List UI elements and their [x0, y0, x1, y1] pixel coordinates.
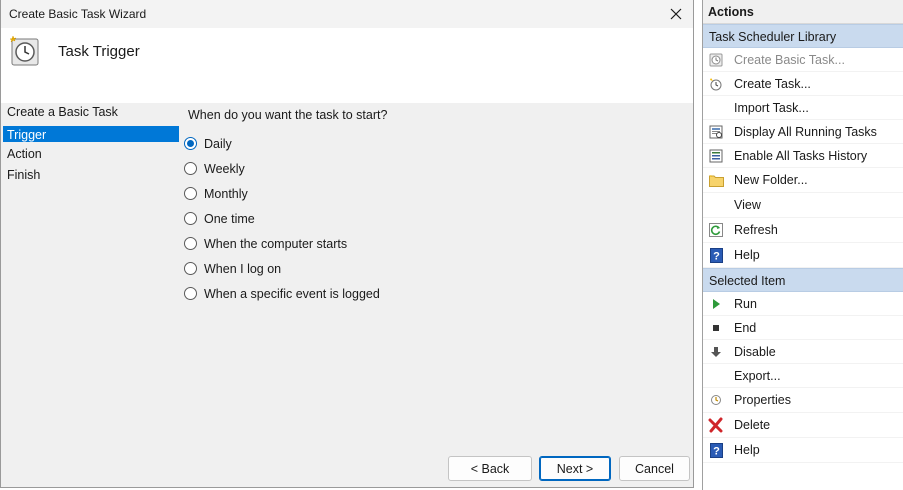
radio-one-time[interactable] — [184, 212, 197, 225]
option-label: When the computer starts — [204, 236, 348, 251]
run-icon — [708, 296, 724, 312]
action-create-task[interactable]: Create Task... — [703, 72, 903, 96]
disable-icon — [708, 344, 724, 360]
action-label: New Folder... — [734, 173, 808, 187]
option-one-time[interactable]: One time — [184, 206, 380, 231]
properties-icon — [708, 392, 724, 408]
action-end[interactable]: End — [703, 316, 903, 340]
section-task-scheduler-library[interactable]: Task Scheduler Library — [703, 24, 903, 48]
end-icon — [708, 320, 724, 336]
action-label: Delete — [734, 418, 771, 432]
action-new-folder[interactable]: New Folder... — [703, 168, 903, 193]
action-enable-tasks-history[interactable]: Enable All Tasks History — [703, 144, 903, 168]
help-icon: ? — [708, 442, 724, 458]
step-finish[interactable]: Finish — [1, 166, 181, 187]
step-create-basic-task[interactable]: Create a Basic Task — [1, 103, 181, 124]
step-action[interactable]: Action — [1, 145, 181, 166]
radio-log-on[interactable] — [184, 262, 197, 275]
running-tasks-icon — [708, 124, 724, 140]
action-export[interactable]: Export... — [703, 364, 903, 388]
option-label: Weekly — [204, 161, 245, 176]
create-basic-task-icon — [708, 52, 724, 68]
action-label: Disable — [734, 344, 776, 359]
action-label: Help — [734, 248, 760, 262]
option-computer-starts[interactable]: When the computer starts — [184, 231, 380, 256]
actions-pane: Actions Task Scheduler Library Create Ba… — [702, 0, 903, 490]
window-title: Create Basic Task Wizard — [9, 7, 147, 21]
option-label: When a specific event is logged — [204, 286, 380, 301]
close-icon — [670, 8, 682, 20]
back-button[interactable]: < Back — [448, 456, 532, 481]
folder-icon — [708, 172, 724, 188]
radio-daily[interactable] — [184, 137, 197, 150]
cancel-button[interactable]: Cancel — [619, 456, 690, 481]
trigger-options: Daily Weekly Monthly One time When the c… — [184, 131, 380, 306]
action-label: Create Task... — [734, 76, 811, 91]
window-gap — [694, 0, 702, 490]
action-label: Create Basic Task... — [734, 52, 845, 67]
option-event-logged[interactable]: When a specific event is logged — [184, 281, 380, 306]
blank-icon — [708, 100, 724, 116]
option-monthly[interactable]: Monthly — [184, 181, 380, 206]
blank-icon — [708, 368, 724, 384]
radio-weekly[interactable] — [184, 162, 197, 175]
title-bar: Create Basic Task Wizard — [1, 0, 693, 28]
close-button[interactable] — [665, 3, 687, 25]
trigger-question: When do you want the task to start? — [188, 108, 388, 122]
delete-icon — [708, 417, 724, 433]
wizard-header: Task Trigger — [1, 28, 693, 103]
actions-pane-title: Actions — [703, 0, 903, 24]
action-run[interactable]: Run — [703, 292, 903, 316]
option-daily[interactable]: Daily — [184, 131, 380, 156]
action-label: Refresh — [734, 223, 778, 237]
option-label: One time — [204, 211, 255, 226]
action-label: Display All Running Tasks — [734, 124, 877, 139]
radio-monthly[interactable] — [184, 187, 197, 200]
wizard-steps: Create a Basic Task Trigger Action Finis… — [1, 103, 181, 187]
action-label: Import Task... — [734, 100, 809, 115]
action-label: End — [734, 320, 757, 335]
refresh-icon — [708, 222, 724, 238]
action-refresh[interactable]: Refresh — [703, 218, 903, 243]
create-basic-task-wizard-dialog: Create Basic Task Wizard Task Trigger Cr… — [0, 0, 694, 488]
action-label: Run — [734, 296, 757, 311]
option-log-on[interactable]: When I log on — [184, 256, 380, 281]
action-help-selected[interactable]: ? Help — [703, 438, 903, 463]
option-label: When I log on — [204, 261, 282, 276]
svg-text:?: ? — [713, 445, 720, 457]
action-disable[interactable]: Disable — [703, 340, 903, 364]
blank-icon — [708, 197, 724, 213]
option-label: Daily — [204, 136, 232, 151]
action-display-running-tasks[interactable]: Display All Running Tasks — [703, 120, 903, 144]
create-task-icon — [708, 76, 724, 92]
page-title: Task Trigger — [58, 43, 140, 60]
option-weekly[interactable]: Weekly — [184, 156, 380, 181]
action-label: Enable All Tasks History — [734, 148, 868, 163]
radio-computer-starts[interactable] — [184, 237, 197, 250]
section-selected-item[interactable]: Selected Item — [703, 268, 903, 292]
action-create-basic-task[interactable]: Create Basic Task... — [703, 48, 903, 72]
task-clock-icon — [9, 35, 39, 66]
action-delete[interactable]: Delete — [703, 413, 903, 438]
action-label: Help — [734, 443, 760, 457]
action-label: Properties — [734, 393, 791, 407]
action-label: Export... — [734, 368, 781, 383]
action-view[interactable]: View — [703, 193, 903, 218]
action-properties[interactable]: Properties — [703, 388, 903, 413]
tasks-history-icon — [708, 148, 724, 164]
help-icon: ? — [708, 247, 724, 263]
action-help-library[interactable]: ? Help — [703, 243, 903, 268]
action-import-task[interactable]: Import Task... — [703, 96, 903, 120]
option-label: Monthly — [204, 186, 248, 201]
svg-text:?: ? — [713, 250, 720, 262]
action-label: View — [734, 198, 761, 212]
radio-event-logged[interactable] — [184, 287, 197, 300]
next-button[interactable]: Next > — [539, 456, 611, 481]
step-trigger[interactable]: Trigger — [3, 126, 179, 142]
